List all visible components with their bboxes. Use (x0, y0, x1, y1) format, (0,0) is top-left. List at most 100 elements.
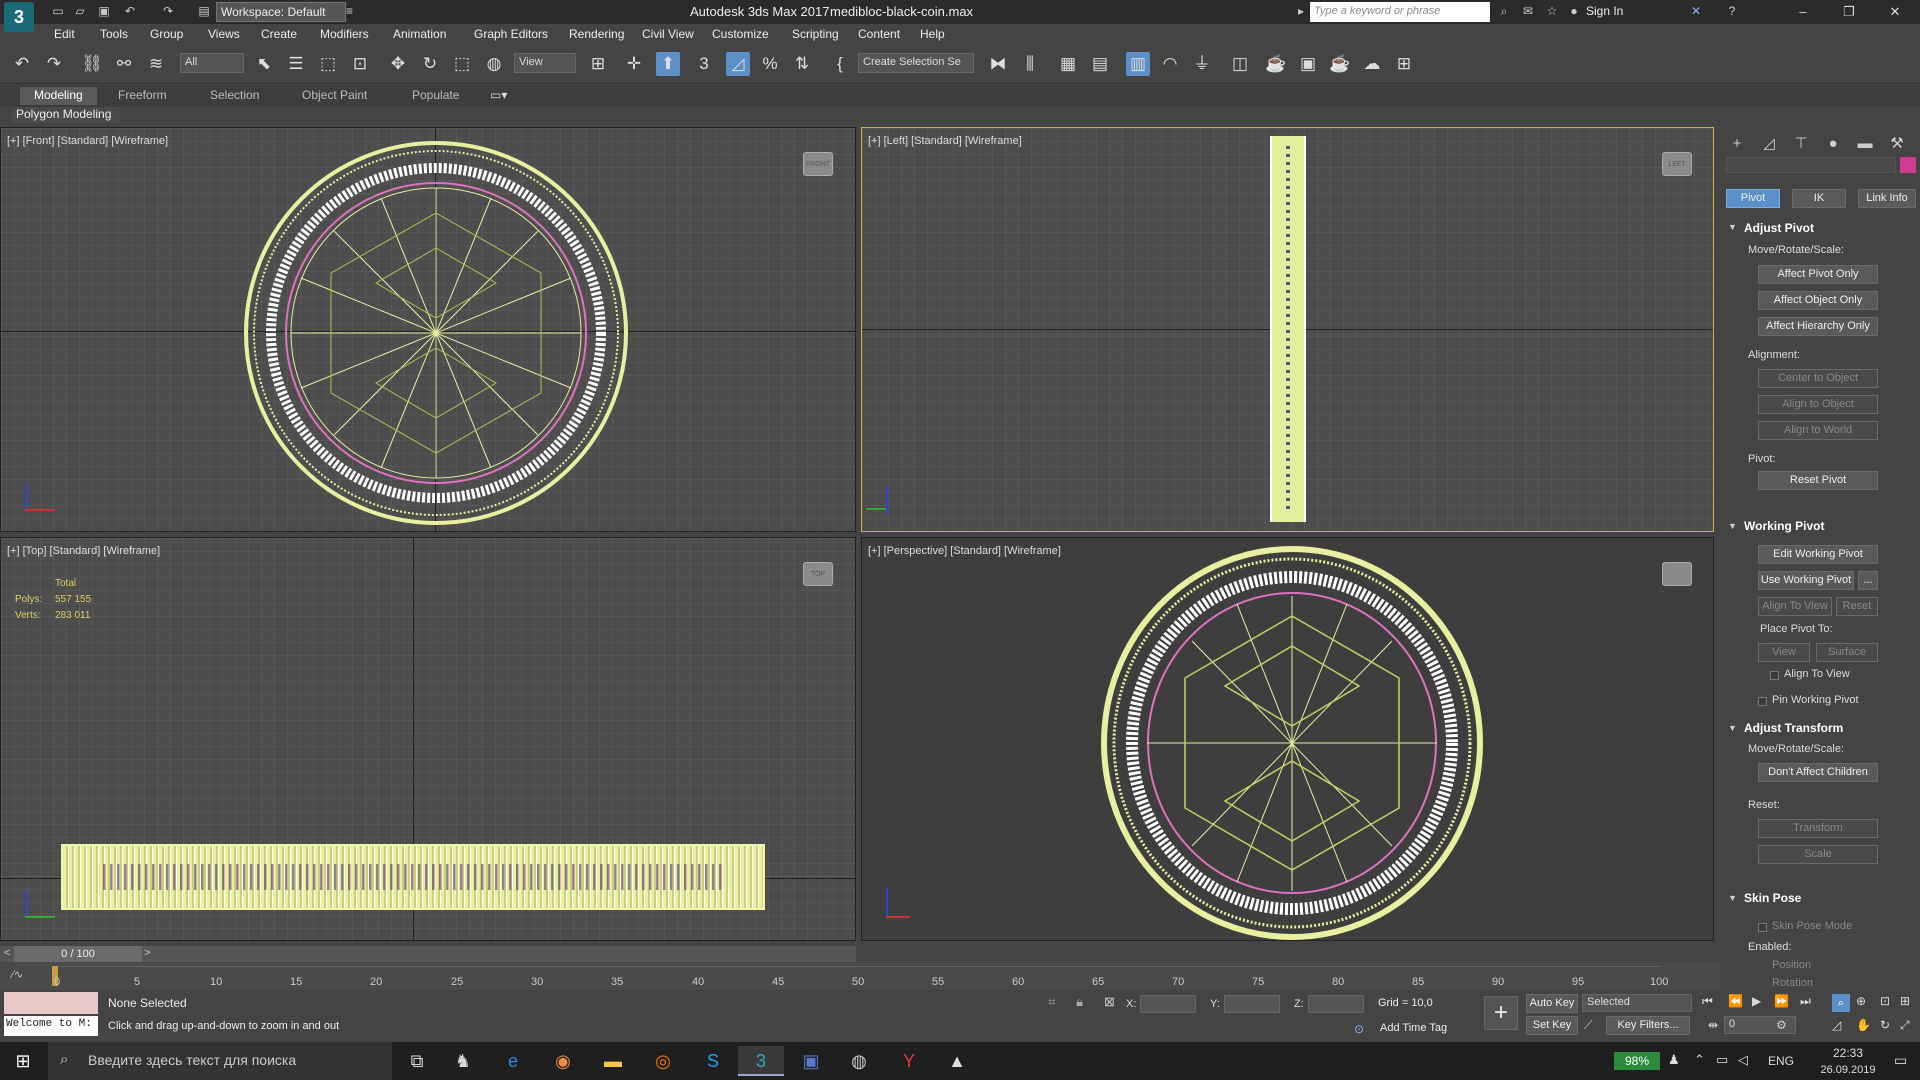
taskbar-search-input[interactable]: Введите здесь текст для поиска (48, 1042, 392, 1080)
mirror-icon[interactable]: ⧓ (986, 52, 1010, 76)
place-view-button[interactable]: View (1758, 643, 1810, 662)
zoom-all-icon[interactable]: ⊕ (1856, 994, 1866, 1008)
named-selection-dropdown[interactable]: Create Selection Se (858, 53, 974, 73)
skin-pose-position-label[interactable]: Position (1772, 959, 1811, 971)
y-coord-field[interactable] (1224, 995, 1280, 1013)
dont-affect-children-button[interactable]: Don't Affect Children (1758, 763, 1878, 782)
field-of-view-icon[interactable]: ◿ (1832, 1018, 1841, 1032)
select-by-name-icon[interactable]: ☰ (284, 52, 308, 76)
percent-snap-icon[interactable]: % (758, 52, 782, 76)
menu-scripting[interactable]: Scripting (792, 27, 839, 41)
add-time-tag[interactable]: Add Time Tag (1380, 1022, 1447, 1034)
move-icon[interactable]: ✥ (386, 52, 410, 76)
key-filters-button[interactable]: Key Filters... (1606, 1016, 1690, 1035)
edit-working-pivot-button[interactable]: Edit Working Pivot (1758, 545, 1878, 564)
go-to-end-icon[interactable]: ⏭ (1800, 994, 1811, 1009)
zoom-extents-all-icon[interactable]: ⊞ (1900, 994, 1910, 1008)
maxscript-input[interactable]: Welcome to M: (4, 1016, 98, 1036)
menu-group[interactable]: Group (150, 27, 183, 41)
viewport-perspective[interactable]: [+] [Perspective] [Standard] [Wireframe] (861, 537, 1714, 941)
time-slider-thumb[interactable]: 0 / 100 (14, 946, 142, 962)
battery-indicator[interactable]: 98% (1614, 1052, 1660, 1070)
z-coord-field[interactable] (1308, 995, 1364, 1013)
unlink-icon[interactable]: ⚯ (112, 52, 136, 76)
menu-modifiers[interactable]: Modifiers (320, 27, 369, 41)
bind-space-warp-icon[interactable]: ≋ (144, 52, 168, 76)
key-mode-dropdown[interactable]: Selected (1582, 994, 1692, 1012)
set-key-button[interactable]: Set Key (1526, 1016, 1578, 1035)
menu-tools[interactable]: Tools (100, 27, 128, 41)
mini-curve-editor-icon[interactable]: ⁄∿ (12, 968, 23, 981)
notifications-icon[interactable]: ▭ (1894, 1052, 1907, 1069)
gamepad-app-icon[interactable]: ♞ (440, 1046, 486, 1076)
tray-expand-icon[interactable]: ⌃ (1694, 1052, 1705, 1068)
viewport-left[interactable]: [+] [Left] [Standard] [Wireframe] LEFT (861, 127, 1714, 532)
battery-icon[interactable]: ▭ (1716, 1052, 1728, 1068)
clock-time[interactable]: 22:33 (1818, 1046, 1878, 1060)
tab-selection[interactable]: Selection (196, 87, 273, 105)
viewport-label[interactable]: [+] [Perspective] [Standard] [Wireframe] (868, 545, 1061, 557)
menu-help[interactable]: Help (920, 27, 945, 41)
keyboard-shortcut-override-icon[interactable]: ⬆ (656, 52, 680, 76)
volume-icon[interactable]: ◁ (1738, 1052, 1748, 1068)
windows-start-icon[interactable]: ⊞ (0, 1046, 46, 1076)
menu-graph-editors[interactable]: Graph Editors (474, 27, 548, 41)
user-icon[interactable]: ● (1566, 3, 1582, 19)
open-file-icon[interactable]: ▱ (72, 3, 88, 19)
auto-key-button[interactable]: Auto Key (1526, 994, 1578, 1013)
select-manipulate-icon[interactable]: ✛ (622, 52, 646, 76)
reset-transform-button[interactable]: Transform (1758, 819, 1878, 838)
edit-named-selection-icon[interactable]: { (828, 52, 852, 76)
viewport-label[interactable]: [+] [Top] [Standard] [Wireframe] (7, 545, 160, 557)
schematic-view-icon[interactable]: ⏚ (1190, 52, 1214, 76)
tab-ik[interactable]: IK (1792, 189, 1846, 208)
yandex-browser-icon[interactable]: Y (886, 1046, 932, 1076)
align-to-view-button[interactable]: Align To View (1758, 597, 1832, 616)
zoom-icon[interactable]: ⌕ (1832, 994, 1850, 1012)
tab-modeling[interactable]: Modeling (20, 87, 97, 105)
save-file-icon[interactable]: ▣ (96, 3, 112, 19)
reset-working-pivot-button[interactable]: Reset (1836, 597, 1878, 616)
workspace-menu-icon[interactable]: ≡ (346, 4, 353, 18)
exchange-icon[interactable]: ✕ (1688, 3, 1704, 19)
time-config-icon[interactable]: ⚙ (1776, 1018, 1787, 1032)
toggle-ribbon-icon[interactable]: ▥ (1126, 52, 1150, 76)
skin-pose-mode-checkbox[interactable] (1758, 923, 1767, 932)
undo-icon[interactable]: ↶ (10, 52, 34, 76)
pan-view-icon[interactable]: ✋ (1856, 1018, 1871, 1032)
menu-content[interactable]: Content (858, 27, 900, 41)
render-production-icon[interactable]: ☕ (1328, 52, 1352, 76)
search-input[interactable]: Type a keyword or phrase (1310, 2, 1490, 22)
rollout-adjust-pivot[interactable]: Adjust Pivot (1744, 221, 1814, 235)
tab-populate[interactable]: Populate (398, 87, 473, 105)
search-expand-icon[interactable]: ▸ (1298, 4, 1304, 18)
align-to-world-button[interactable]: Align to World (1758, 421, 1878, 440)
sign-in-button[interactable]: Sign In (1586, 4, 1623, 18)
menu-rendering[interactable]: Rendering (569, 27, 624, 41)
x-coord-field[interactable] (1140, 995, 1196, 1013)
firefox-browser-icon[interactable]: ◎ (640, 1046, 686, 1076)
save-app-icon[interactable]: ▣ (788, 1046, 834, 1076)
close-icon[interactable]: ✕ (1872, 0, 1918, 24)
viewport-top[interactable]: [+] [Top] [Standard] [Wireframe] TOP Tot… (0, 537, 856, 941)
window-crossing-icon[interactable]: ⊡ (348, 52, 372, 76)
favorites-star-icon[interactable]: ☆ (1544, 3, 1560, 19)
redo-icon[interactable]: ↷ (160, 3, 176, 19)
selection-filter-dropdown[interactable]: All (180, 53, 244, 73)
rendered-frame-window-icon[interactable]: ▣ (1296, 52, 1320, 76)
maximize-icon[interactable]: ❐ (1826, 0, 1872, 24)
place-icon[interactable]: ◍ (482, 52, 506, 76)
menu-animation[interactable]: Animation (393, 27, 446, 41)
time-slider[interactable]: < 0 / 100 > (0, 946, 856, 962)
menu-views[interactable]: Views (208, 27, 240, 41)
help-icon[interactable]: ? (1724, 3, 1740, 19)
isolate-selection-icon[interactable]: ⌗ (1048, 994, 1055, 1010)
chrome-browser-icon[interactable]: ◉ (540, 1046, 586, 1076)
3ds-max-taskbar-icon[interactable]: 3 (738, 1046, 784, 1076)
affect-hierarchy-only-button[interactable]: Affect Hierarchy Only (1758, 317, 1878, 336)
time-prev-icon[interactable]: < (4, 947, 10, 959)
display-tab-icon[interactable]: ▬ (1854, 133, 1876, 155)
minimize-icon[interactable]: – (1780, 0, 1826, 24)
select-object-icon[interactable]: ⬉ (252, 52, 276, 76)
menu-create[interactable]: Create (261, 27, 297, 41)
